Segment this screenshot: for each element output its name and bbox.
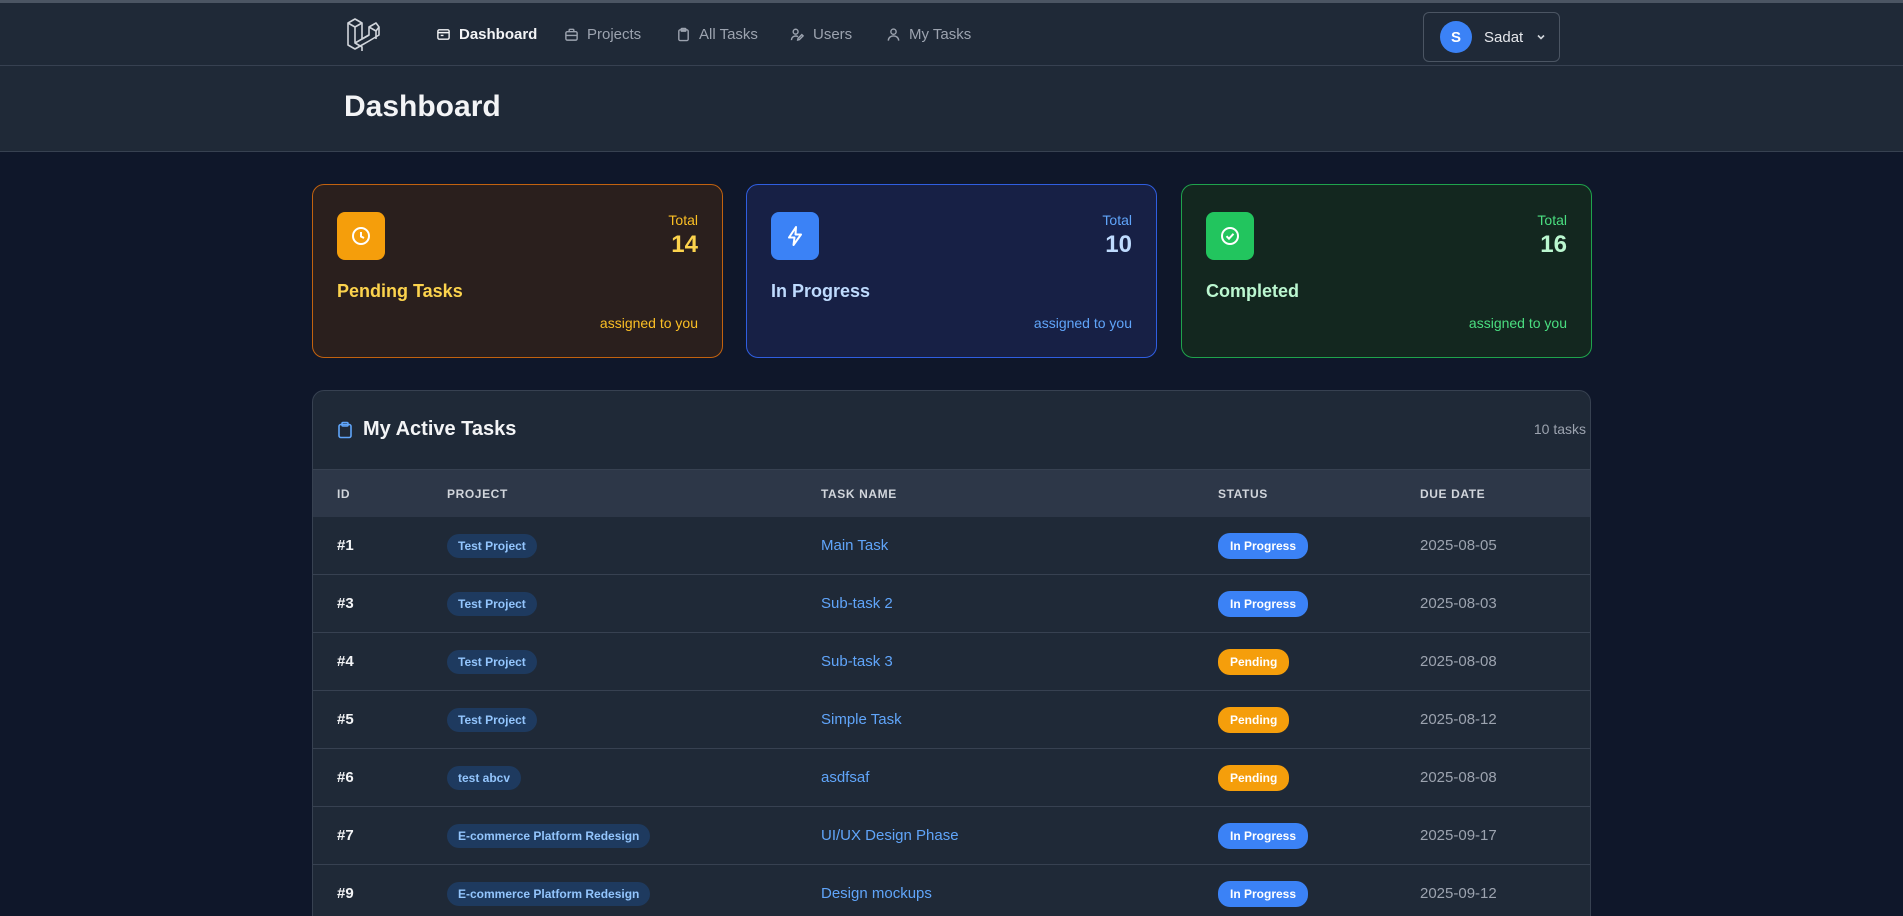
progress-total-label: Total [1102, 212, 1132, 228]
project-badge[interactable]: test abcv [447, 765, 522, 790]
status-badge: In Progress [1218, 590, 1309, 617]
nav-projects[interactable]: Projects [548, 3, 657, 66]
completed-total-value: 16 [1540, 231, 1567, 258]
task-name-link[interactable]: UI/UX Design Phase [821, 807, 959, 864]
pending-title: Pending Tasks [337, 281, 463, 301]
nav-all-tasks-label: All Tasks [699, 26, 758, 43]
status-badge: In Progress [1218, 822, 1309, 849]
column-header-due-date[interactable]: DUE DATE [1420, 487, 1485, 501]
task-id: #4 [337, 653, 354, 670]
completed-card: Total 16 Completed assigned to you [1181, 184, 1592, 358]
table-header: ID PROJECT TASK NAME STATUS DUE DATE [313, 469, 1590, 517]
panel-title: My Active Tasks [337, 418, 516, 441]
column-header-status[interactable]: STATUS [1218, 487, 1268, 501]
column-header-project[interactable]: PROJECT [447, 487, 508, 501]
table-row[interactable]: #5 Test Project Simple Task Pending 2025… [313, 691, 1590, 749]
status-badge: Pending [1218, 648, 1290, 675]
project-badge[interactable]: E-commerce Platform Redesign [447, 881, 651, 906]
table-row[interactable]: #6 test abcv asdfsaf Pending 2025-08-08 [313, 749, 1590, 807]
briefcase-icon [565, 28, 578, 41]
clipboard-icon [338, 421, 352, 438]
table-row[interactable]: #4 Test Project Sub-task 3 Pending 2025-… [313, 633, 1590, 691]
completed-subtitle: assigned to you [1468, 315, 1567, 331]
due-date: 2025-08-12 [1420, 711, 1497, 728]
status-badge: In Progress [1218, 880, 1309, 907]
lightning-icon [771, 212, 819, 260]
in-progress-card: Total 10 In Progress assigned to you [746, 184, 1157, 358]
task-name-link[interactable]: Design mockups [821, 865, 932, 916]
progress-subtitle: assigned to you [1033, 315, 1132, 331]
progress-title: In Progress [771, 281, 871, 301]
nav-users[interactable]: Users [774, 3, 868, 66]
project-badge[interactable]: Test Project [447, 707, 537, 732]
task-id: #5 [337, 711, 354, 728]
table-row[interactable]: #3 Test Project Sub-task 2 In Progress 2… [313, 575, 1590, 633]
nav-projects-label: Projects [587, 26, 642, 43]
page-header: Dashboard [0, 66, 1903, 152]
panel-title-text: My Active Tasks [363, 418, 517, 440]
check-circle-icon [1206, 212, 1254, 260]
task-name-link[interactable]: Sub-task 3 [821, 633, 893, 690]
nav-all-tasks[interactable]: All Tasks [660, 3, 774, 66]
chevron-down-icon [1537, 34, 1545, 40]
project-badge[interactable]: Test Project [447, 591, 537, 616]
due-date: 2025-09-12 [1420, 885, 1497, 902]
task-name-link[interactable]: Sub-task 2 [821, 575, 893, 632]
status-badge: Pending [1218, 764, 1290, 791]
pending-subtitle: assigned to you [599, 315, 698, 331]
task-name-link[interactable]: Main Task [821, 517, 888, 574]
table-row[interactable]: #9 E-commerce Platform Redesign Design m… [313, 865, 1590, 916]
status-badge: Pending [1218, 706, 1290, 733]
project-badge[interactable]: E-commerce Platform Redesign [447, 823, 651, 848]
user-menu-button[interactable]: S Sadat [1423, 12, 1560, 62]
task-id: #1 [337, 537, 354, 554]
user-icon [887, 28, 900, 41]
due-date: 2025-08-08 [1420, 653, 1497, 670]
task-name-link[interactable]: Simple Task [821, 691, 902, 748]
nav-dashboard[interactable]: Dashboard [420, 3, 554, 68]
column-header-id[interactable]: ID [337, 487, 350, 501]
column-header-task-name[interactable]: TASK NAME [821, 487, 897, 501]
task-id: #3 [337, 595, 354, 612]
table-row[interactable]: #7 E-commerce Platform Redesign UI/UX De… [313, 807, 1590, 865]
pending-tasks-card: Total 14 Pending Tasks assigned to you [312, 184, 723, 358]
due-date: 2025-09-17 [1420, 827, 1497, 844]
task-count: 10 tasks [1533, 421, 1586, 437]
avatar: S [1440, 21, 1472, 53]
active-tasks-panel: My Active Tasks 10 tasks ID PROJECT TASK… [312, 390, 1591, 916]
due-date: 2025-08-08 [1420, 769, 1497, 786]
task-id: #9 [337, 885, 354, 902]
dashboard-icon [437, 29, 450, 40]
nav-users-label: Users [813, 26, 853, 43]
task-id: #7 [337, 827, 354, 844]
top-navbar: Dashboard Projects All Tasks Users My Ta… [0, 0, 1903, 68]
nav-my-tasks[interactable]: My Tasks [870, 3, 987, 66]
project-badge[interactable]: Test Project [447, 649, 537, 674]
user-name: Sadat [1484, 28, 1524, 46]
completed-total-label: Total [1537, 212, 1567, 228]
clipboard-icon [678, 27, 689, 42]
pending-total-label: Total [668, 212, 698, 228]
pending-total-value: 14 [671, 231, 698, 258]
table-row[interactable]: #1 Test Project Main Task In Progress 20… [313, 517, 1590, 575]
task-id: #6 [337, 769, 354, 786]
panel-header: My Active Tasks 10 tasks [313, 391, 1590, 469]
due-date: 2025-08-05 [1420, 537, 1497, 554]
laravel-logo-icon[interactable] [346, 17, 380, 53]
status-badge: In Progress [1218, 532, 1309, 559]
due-date: 2025-08-03 [1420, 595, 1497, 612]
nav-dashboard-label: Dashboard [459, 26, 538, 43]
task-name-link[interactable]: asdfsaf [821, 749, 869, 806]
progress-total-value: 10 [1105, 231, 1132, 258]
clock-icon [337, 212, 385, 260]
page-title: Dashboard [344, 90, 501, 123]
completed-title: Completed [1206, 281, 1300, 301]
project-badge[interactable]: Test Project [447, 533, 537, 558]
nav-my-tasks-label: My Tasks [909, 26, 972, 43]
user-edit-icon [790, 28, 805, 41]
